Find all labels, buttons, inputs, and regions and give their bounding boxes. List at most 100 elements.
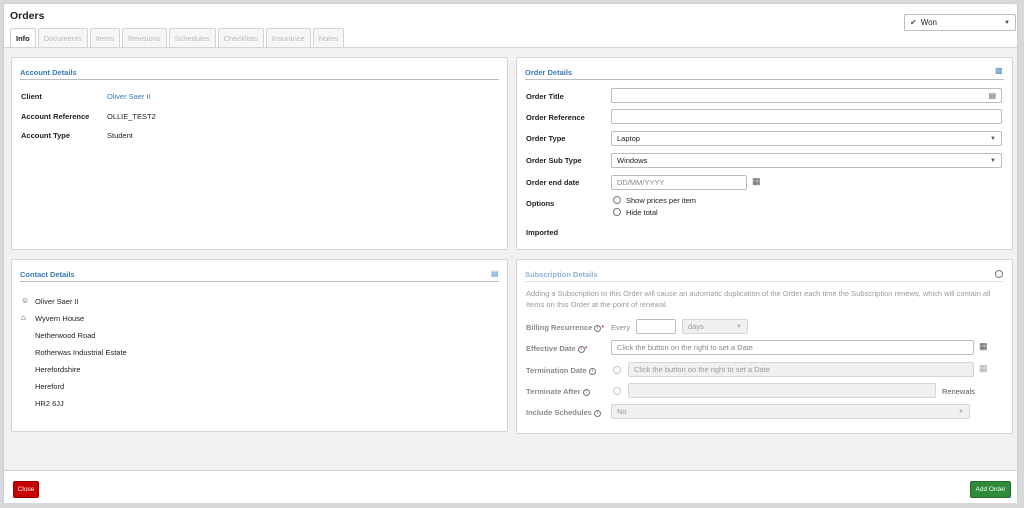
- close-button[interactable]: Close: [13, 481, 39, 498]
- gift-icon[interactable]: ▩: [995, 66, 1003, 75]
- tab-schedules[interactable]: Schedules: [168, 28, 216, 47]
- info-icon: i: [593, 410, 601, 417]
- imported-label: Imported: [526, 228, 559, 237]
- contact-card-icon[interactable]: ▤: [491, 269, 499, 278]
- options-label: Options: [526, 199, 555, 208]
- account-type-value: Student: [107, 131, 133, 140]
- termination-date-placeholder: Click the button on the right to set a D…: [634, 365, 770, 374]
- address-line: HR2 6JJ: [35, 399, 64, 408]
- tab-info[interactable]: Info: [10, 28, 36, 47]
- order-reference-input[interactable]: [611, 109, 1002, 124]
- every-label: Every: [611, 323, 631, 332]
- order-end-date-placeholder: DD/MM/YYYY: [617, 178, 665, 187]
- chevron-down-icon: ▼: [1004, 19, 1010, 26]
- include-schedules-text: Include Schedules: [526, 408, 592, 417]
- status-select[interactable]: ✔ Won ▼: [904, 14, 1016, 31]
- address-line: Hereford: [35, 382, 65, 391]
- include-schedules-value: No: [617, 407, 627, 416]
- address-line: Herefordshire: [35, 365, 81, 374]
- billing-recurrence-text: Billing Recurrence: [526, 323, 593, 332]
- show-prices-radio[interactable]: [613, 196, 621, 204]
- info-icon: i: [582, 389, 590, 396]
- contact-house: Wyvern House: [35, 314, 85, 323]
- account-type-label: Account Type: [21, 131, 71, 140]
- effective-date-placeholder: Click the button on the right to set a D…: [617, 343, 753, 352]
- calendar-icon[interactable]: ▦: [979, 363, 988, 374]
- divider: [525, 281, 1004, 282]
- contact-details-panel: Contact Details ▤ ☺ Oliver Saer II ⌂ Wyv…: [11, 259, 508, 432]
- page-title: Orders: [10, 10, 45, 22]
- footer-bar: Close Add Order: [4, 470, 1017, 503]
- terminate-after-input[interactable]: [628, 383, 936, 398]
- account-details-panel: Account Details Client Oliver Saer II Ac…: [11, 57, 508, 250]
- show-prices-label: Show prices per item: [626, 196, 697, 205]
- address-line: Rotherwas Industrial Estate: [35, 348, 127, 357]
- divider: [20, 79, 499, 80]
- order-type-select[interactable]: Laptop ▼: [611, 131, 1002, 146]
- order-reference-label: Order Reference: [526, 113, 585, 122]
- terminate-after-text: Terminate After: [526, 387, 581, 396]
- order-type-label: Order Type: [526, 134, 566, 143]
- chevron-down-icon: ▼: [990, 135, 996, 142]
- order-subtype-select[interactable]: Windows ▼: [611, 153, 1002, 168]
- chevron-down-icon: ▼: [736, 323, 742, 330]
- info-icon: i: [588, 368, 596, 375]
- tab-bar: Info Documents Items Revisions Schedules…: [10, 28, 345, 47]
- clipboard-icon[interactable]: ▤: [988, 91, 996, 100]
- building-icon: ⌂: [21, 313, 26, 322]
- effective-date-label: Effective Date i *: [526, 344, 588, 353]
- order-type-value: Laptop: [617, 134, 640, 143]
- order-title-input[interactable]: ▤: [611, 88, 1002, 103]
- tab-revisions[interactable]: Revisions: [122, 28, 167, 47]
- tab-items[interactable]: Items: [89, 28, 121, 47]
- tab-insurance[interactable]: Insurance: [265, 28, 311, 47]
- contact-details-title: Contact Details: [20, 270, 75, 279]
- billing-recurrence-label: Billing Recurrence i *: [526, 323, 605, 332]
- termination-date-text: Termination Date: [526, 366, 587, 375]
- status-value: Won: [920, 18, 938, 27]
- address-line: Netherwood Road: [35, 331, 96, 340]
- calendar-icon[interactable]: ▦: [979, 341, 988, 352]
- client-label: Client: [21, 92, 42, 101]
- order-details-panel: Order Details ▩ Order Title ▤ Order Refe…: [516, 57, 1013, 250]
- terminate-after-radio[interactable]: [613, 387, 621, 395]
- tab-documents[interactable]: Documents: [37, 28, 88, 47]
- hide-total-radio[interactable]: [613, 208, 621, 216]
- subscription-toggle[interactable]: [995, 270, 1003, 278]
- chevron-down-icon: ▼: [990, 157, 996, 164]
- effective-date-text: Effective Date: [526, 344, 576, 353]
- order-subtype-value: Windows: [617, 156, 648, 165]
- account-reference-label: Account Reference: [21, 112, 90, 121]
- subscription-details-title: Subscription Details: [525, 270, 598, 279]
- order-subtype-label: Order Sub Type: [526, 156, 582, 165]
- person-icon: ☺: [21, 296, 30, 305]
- divider: [20, 281, 499, 282]
- include-schedules-select[interactable]: No ▼: [611, 404, 970, 419]
- order-end-date-input[interactable]: DD/MM/YYYY: [611, 175, 747, 190]
- account-reference-value: OLLIE_TEST2: [107, 112, 156, 121]
- order-details-title: Order Details: [525, 68, 573, 77]
- termination-date-label: Termination Date i: [526, 366, 596, 375]
- chevron-down-icon: ▼: [958, 408, 964, 415]
- hide-total-label: Hide total: [626, 208, 658, 217]
- termination-date-input[interactable]: Click the button on the right to set a D…: [628, 362, 974, 377]
- tab-checklists[interactable]: Checklists: [217, 28, 264, 47]
- add-order-button[interactable]: Add Order: [970, 481, 1011, 498]
- client-link[interactable]: Oliver Saer II: [107, 92, 151, 101]
- billing-interval-input[interactable]: [636, 319, 676, 334]
- termination-date-radio[interactable]: [613, 366, 621, 374]
- billing-unit-select[interactable]: days ▼: [682, 319, 748, 334]
- billing-unit-value: days: [688, 322, 704, 331]
- terminate-after-label: Terminate After i: [526, 387, 590, 396]
- order-title-label: Order Title: [526, 92, 564, 101]
- calendar-icon[interactable]: ▦: [752, 176, 761, 187]
- renewals-label: Renewals: [942, 387, 975, 396]
- effective-date-input[interactable]: Click the button on the right to set a D…: [611, 340, 974, 355]
- info-icon: i: [577, 346, 585, 353]
- account-details-title: Account Details: [20, 68, 77, 77]
- subscription-details-panel: Subscription Details Adding a Subscripti…: [516, 259, 1013, 434]
- subscription-note: Adding a Subscription to this Order will…: [526, 289, 991, 309]
- content-area: Account Details Client Oliver Saer II Ac…: [4, 47, 1017, 470]
- divider: [525, 79, 1004, 80]
- tab-notes[interactable]: Notes: [312, 28, 345, 47]
